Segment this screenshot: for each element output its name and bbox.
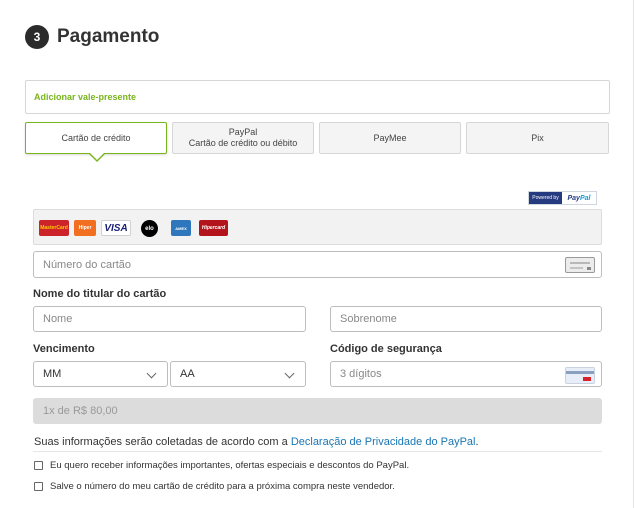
step-number-badge: 3 [25,25,49,49]
active-tab-pointer [90,153,104,160]
tab-pix[interactable]: Pix [466,122,609,154]
powered-by-paypal-badge: Powered by Pay Pal [528,191,597,205]
visa-icon: VISA [101,220,131,236]
tab-paymee-label: PayMee [373,132,407,143]
expiry-year-select[interactable]: AA [170,361,306,387]
expiry-month-value: MM [43,368,62,380]
first-name-input[interactable]: Nome [33,306,306,332]
add-gift-card-button[interactable]: Adicionar vale-presente [25,80,610,114]
first-name-placeholder: Nome [43,313,73,325]
tab-credit-card[interactable]: Cartão de crédito [25,122,167,154]
paypal-logo: Pay Pal [567,194,591,202]
chevron-down-icon [284,368,295,379]
security-code-label: Código de segurança [330,343,442,355]
divider [33,451,602,452]
privacy-text: Suas informações serão coletadas de acor… [34,436,291,448]
tab-credit-card-label: Cartão de crédito [61,132,131,143]
save-card-checkbox[interactable] [34,482,43,491]
marketing-optin-checkbox[interactable] [34,461,43,470]
save-card-row[interactable]: Salve o número do meu cartão de crédito … [34,481,395,492]
tab-paypal-label: PayPal [228,127,258,137]
tab-paymee[interactable]: PayMee [319,122,461,154]
payment-panel: 3 Pagamento Adicionar vale-presente Cart… [0,0,634,508]
privacy-notice: Suas informações serão coletadas de acor… [34,436,479,448]
cardholder-name-label: Nome do titular do cartão [33,288,167,300]
expiry-label: Vencimento [33,343,95,355]
powered-by-text: Powered by [529,192,562,204]
page-title: Pagamento [57,26,160,47]
tab-paypal-sublabel: Cartão de crédito ou débito [188,138,298,148]
expiry-month-select[interactable]: MM [33,361,168,387]
marketing-optin-row[interactable]: Eu quero receber informações importantes… [34,460,409,471]
amex-icon: AMEX [171,220,191,236]
add-gift-card-label: Adicionar vale-presente [34,92,137,102]
installments-value: 1x de R$ 80,00 [43,405,118,417]
last-name-placeholder: Sobrenome [340,313,397,325]
card-brands-strip: MasterCard Hiper VISA elo AMEX Hipercard [33,209,602,245]
security-code-placeholder: 3 dígitos [340,368,382,380]
tab-pix-label: Pix [531,132,544,143]
hipercard-icon: Hipercard [199,220,228,236]
save-card-label: Salve o número do meu cartão de crédito … [50,481,395,492]
hiper-icon: Hiper [74,220,96,236]
card-number-placeholder: Número do cartão [43,258,132,271]
expiry-year-value: AA [180,368,195,380]
privacy-statement-link[interactable]: Declaração de Privacidade do PayPal [291,436,476,448]
installments-select[interactable]: 1x de R$ 80,00 [33,398,602,424]
tab-paypal[interactable]: PayPal Cartão de crédito ou débito [172,122,314,154]
mastercard-icon: MasterCard [39,220,69,236]
last-name-input[interactable]: Sobrenome [330,306,602,332]
generic-card-icon [565,257,595,273]
chevron-down-icon [146,368,157,379]
card-number-input[interactable]: Número do cartão [33,251,602,278]
elo-icon: elo [141,220,158,237]
security-code-input[interactable]: 3 dígitos [330,361,602,387]
marketing-optin-label: Eu quero receber informações importantes… [50,460,410,471]
card-back-cvv-icon [565,367,595,384]
